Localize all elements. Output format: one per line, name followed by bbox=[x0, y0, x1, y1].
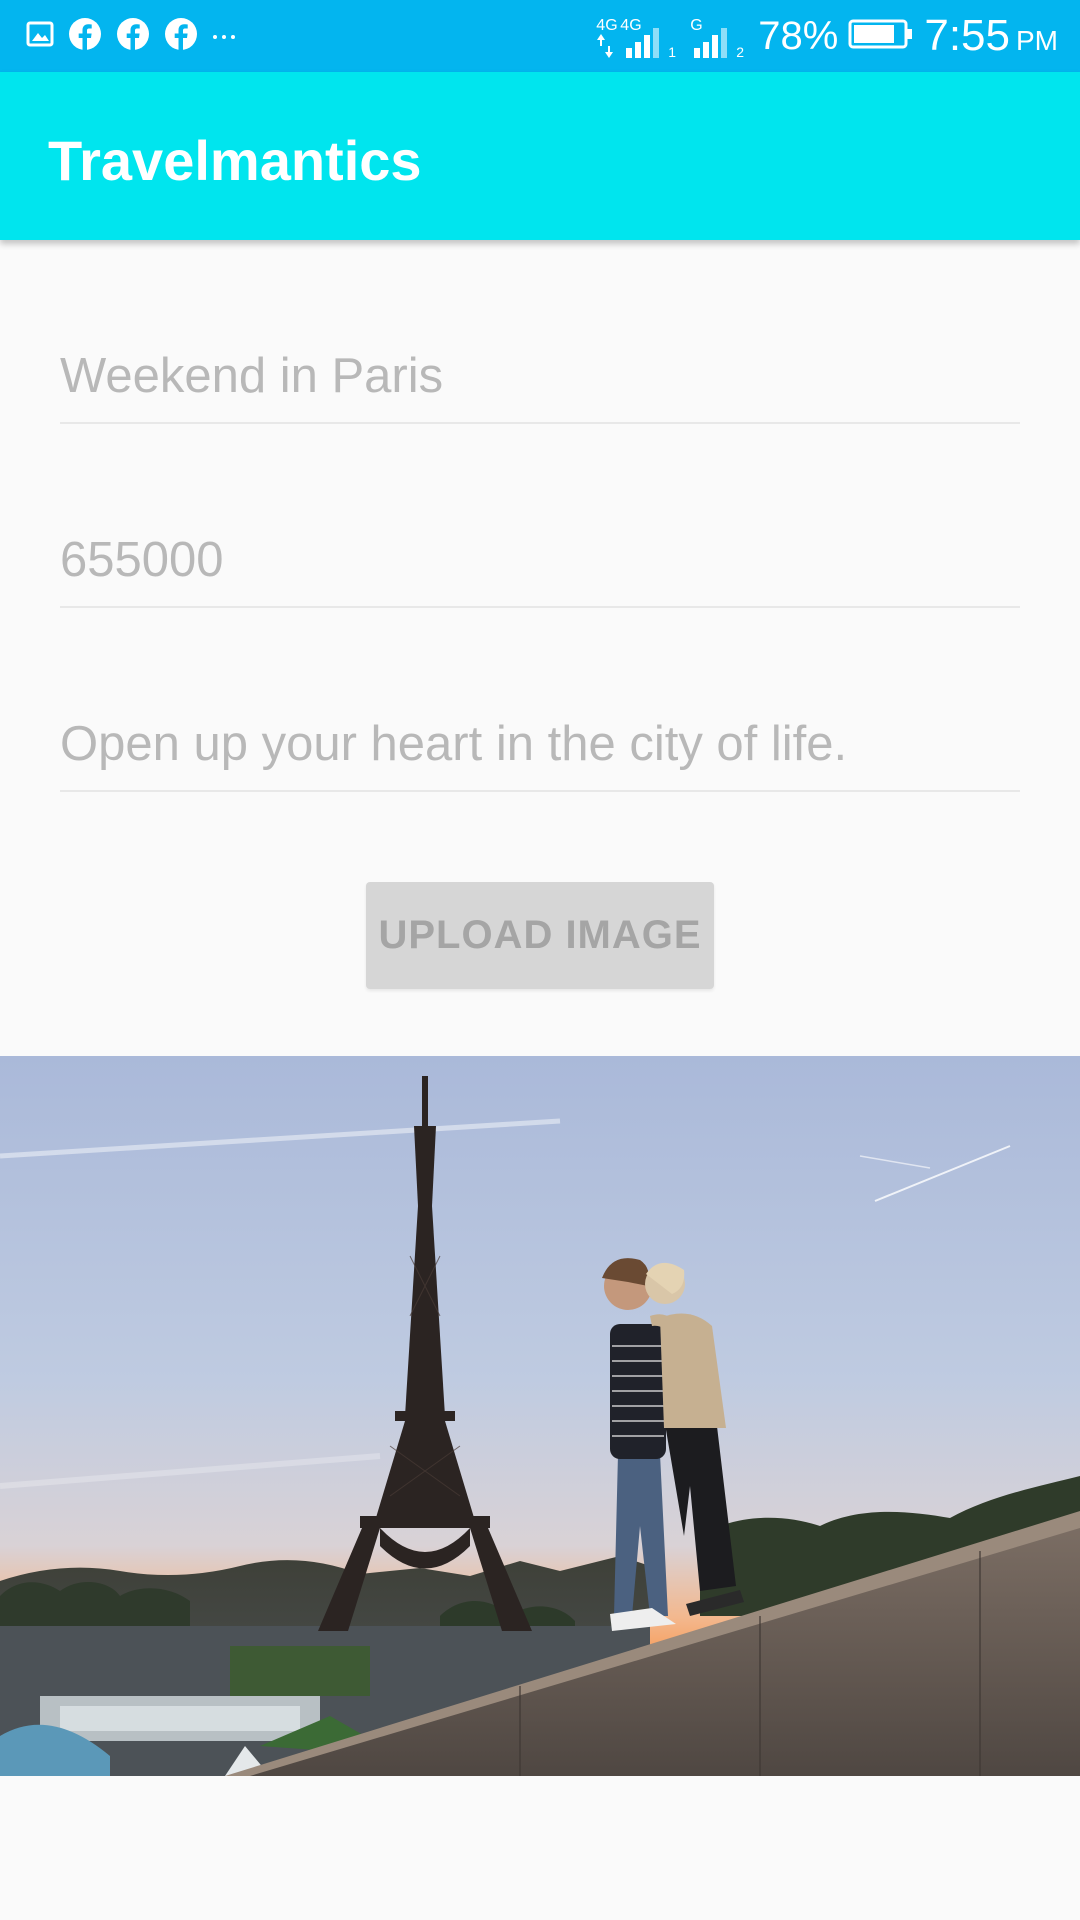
sim1-signal-icon: 4G 4G 1 bbox=[596, 10, 680, 62]
image-icon bbox=[26, 20, 54, 52]
upload-image-button[interactable]: UPLOAD IMAGE bbox=[366, 882, 714, 989]
clock: 7:55 PM bbox=[924, 11, 1058, 61]
description-field[interactable] bbox=[60, 716, 1020, 792]
price-field[interactable] bbox=[60, 532, 1020, 608]
title-input[interactable] bbox=[60, 348, 1020, 404]
system-status: 4G 4G 1 G 2 78% 7:55 PM bbox=[596, 10, 1058, 62]
facebook-icon bbox=[164, 17, 198, 55]
clock-ampm: PM bbox=[1016, 25, 1058, 56]
facebook-icon bbox=[68, 17, 102, 55]
title-field[interactable] bbox=[60, 348, 1020, 424]
notification-icons bbox=[26, 18, 236, 54]
description-input[interactable] bbox=[60, 716, 1020, 772]
deal-image bbox=[0, 1056, 1080, 1776]
battery-percentage: 78% bbox=[758, 13, 839, 58]
price-underline bbox=[60, 606, 1020, 608]
battery-icon bbox=[848, 18, 914, 54]
more-notifications-icon bbox=[212, 27, 236, 46]
description-underline bbox=[60, 790, 1020, 792]
app-title: Travelmantics bbox=[48, 129, 422, 192]
clock-time: 7:55 bbox=[924, 11, 1010, 60]
sim1-label: 1 bbox=[668, 44, 677, 60]
network-type-label: 4G bbox=[596, 17, 618, 34]
facebook-icon bbox=[116, 17, 150, 55]
title-underline bbox=[60, 422, 1020, 424]
status-bar: 4G 4G 1 G 2 78% 7:55 PM bbox=[0, 0, 1080, 72]
app-bar: Travelmantics bbox=[0, 72, 1080, 240]
price-input[interactable] bbox=[60, 532, 1020, 588]
sim2-signal-icon: G 2 bbox=[690, 10, 748, 62]
sim2-label: 2 bbox=[736, 44, 745, 60]
eiffel-tower-couple-photo bbox=[0, 1056, 1080, 1776]
